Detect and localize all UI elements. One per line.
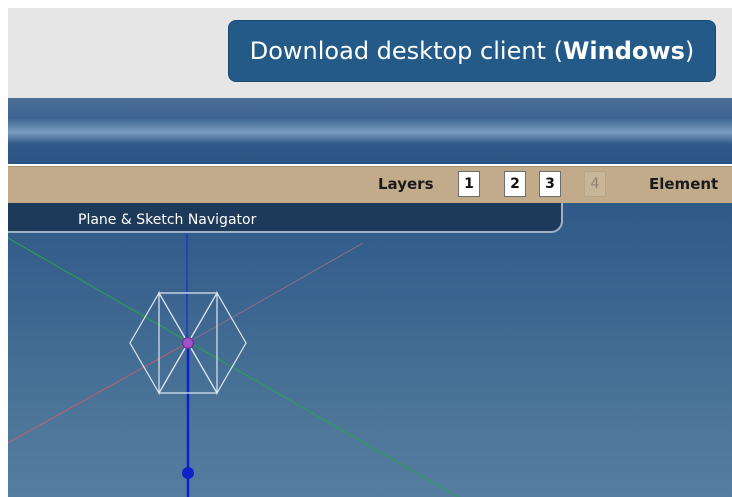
- download-button-prefix: Download desktop client (: [249, 37, 563, 65]
- layer-3-button[interactable]: 3: [539, 171, 561, 197]
- download-desktop-client-button[interactable]: Download desktop client (Windows): [228, 20, 716, 82]
- origin-point[interactable]: [182, 337, 194, 349]
- z-axis-handle[interactable]: [182, 467, 194, 479]
- scene-canvas[interactable]: [8, 203, 732, 497]
- app-header: [8, 98, 732, 164]
- element-label[interactable]: Element: [649, 175, 718, 193]
- layers-toolbar: Layers 1 2 3 4 Element: [8, 166, 732, 203]
- layer-1-button[interactable]: 1: [458, 171, 480, 197]
- navigator-title: Plane & Sketch Navigator: [78, 212, 257, 228]
- download-button-suffix: ): [684, 37, 695, 65]
- plane-sketch-navigator-tab[interactable]: Plane & Sketch Navigator: [8, 203, 563, 233]
- layer-4-button: 4: [584, 171, 606, 197]
- 3d-viewport[interactable]: Plane & Sketch Navigator: [8, 203, 732, 497]
- layer-2-button[interactable]: 2: [504, 171, 526, 197]
- y-axis-line: [8, 237, 459, 497]
- top-bar: Download desktop client (Windows): [8, 8, 732, 98]
- layers-label: Layers: [378, 175, 434, 193]
- download-button-os: Windows: [562, 37, 685, 65]
